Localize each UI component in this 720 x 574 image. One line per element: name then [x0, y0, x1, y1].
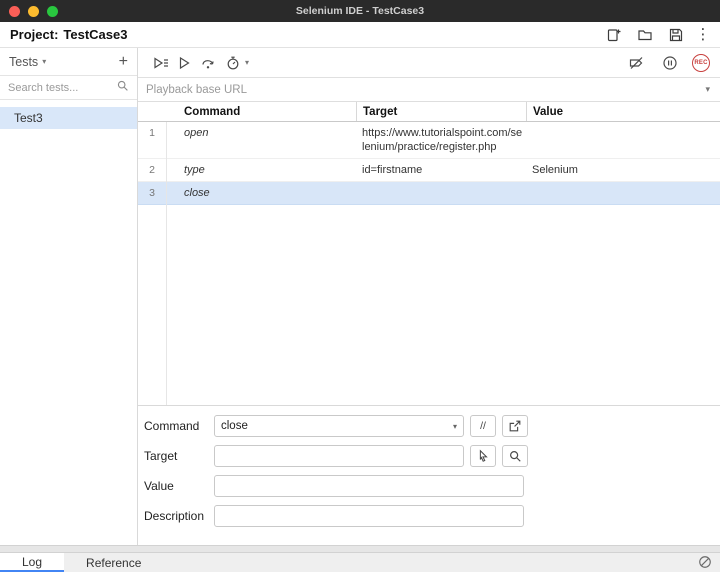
- record-button[interactable]: REC: [692, 54, 710, 72]
- chevron-down-icon: ▾: [245, 58, 249, 67]
- cell-target: id=firstname: [356, 159, 526, 181]
- command-field-row: Command close ▾ //: [144, 415, 720, 437]
- value-field-row: Value: [144, 475, 720, 497]
- target-field-label: Target: [144, 449, 214, 463]
- column-header-value[interactable]: Value: [526, 102, 720, 121]
- row-number: 2: [138, 159, 166, 181]
- target-input[interactable]: [214, 445, 464, 467]
- selenium-ide-window: Selenium IDE - TestCase3 Project: TestCa…: [0, 0, 720, 572]
- toolbar-right: REC: [624, 51, 710, 75]
- search-tests-input[interactable]: [8, 82, 116, 94]
- column-header-target[interactable]: Target: [356, 102, 526, 121]
- cell-command: open: [166, 122, 356, 158]
- description-field-row: Description: [144, 505, 720, 527]
- project-header: Project: TestCase3 ⋮: [0, 22, 720, 48]
- command-table-body: 1 open https://www.tutorialspoint.com/se…: [138, 122, 720, 405]
- run-all-tests-icon[interactable]: [148, 51, 172, 75]
- tab-log[interactable]: Log: [0, 553, 64, 572]
- column-header-command[interactable]: Command: [166, 102, 356, 121]
- search-icon: [116, 79, 129, 97]
- cell-command: type: [166, 159, 356, 181]
- cell-target: [356, 182, 526, 204]
- clear-log-icon[interactable]: [698, 555, 712, 574]
- row-number: 1: [138, 122, 166, 158]
- chevron-down-icon[interactable]: ▾: [703, 84, 712, 95]
- traffic-lights: [9, 6, 58, 17]
- playback-base-url-row: ▾: [138, 78, 720, 102]
- test-speed-icon[interactable]: ▾: [220, 51, 254, 75]
- test-list: Test3: [0, 100, 137, 545]
- command-editor: Command close ▾ // Target: [138, 405, 720, 545]
- target-field-row: Target: [144, 445, 720, 467]
- cell-command: close: [166, 182, 356, 204]
- value-field-label: Value: [144, 479, 214, 493]
- table-row-selected[interactable]: 3 close: [138, 182, 720, 205]
- project-name: TestCase3: [63, 27, 127, 42]
- row-number: 3: [138, 182, 166, 204]
- table-row[interactable]: 1 open https://www.tutorialspoint.com/se…: [138, 122, 720, 159]
- chevron-down-icon: ▾: [453, 422, 457, 431]
- project-label: Project:: [10, 27, 58, 42]
- project-actions: ⋮: [603, 25, 710, 45]
- command-select-value: close: [221, 420, 248, 432]
- tests-header: Tests ▾ +: [0, 48, 137, 76]
- chevron-down-icon[interactable]: ▾: [42, 57, 46, 66]
- open-reference-icon[interactable]: [502, 415, 528, 437]
- row-number-gutter: [138, 102, 166, 121]
- command-table-header: Command Target Value: [138, 102, 720, 122]
- step-over-icon[interactable]: [196, 51, 220, 75]
- test-list-item[interactable]: Test3: [0, 107, 137, 129]
- bottom-tabbar: Log Reference: [0, 553, 720, 572]
- description-input[interactable]: [214, 505, 524, 527]
- more-options-icon[interactable]: ⋮: [696, 25, 710, 45]
- value-input[interactable]: [214, 475, 524, 497]
- tests-dropdown[interactable]: Tests: [9, 55, 38, 69]
- add-test-button[interactable]: +: [119, 54, 128, 70]
- titlebar: Selenium IDE - TestCase3: [0, 0, 720, 22]
- command-field-label: Command: [144, 419, 214, 433]
- description-field-label: Description: [144, 509, 214, 523]
- minimize-window-button[interactable]: [28, 6, 39, 17]
- select-target-icon[interactable]: [470, 445, 496, 467]
- table-row[interactable]: 2 type id=firstname Selenium: [138, 159, 720, 182]
- content: Tests ▾ + Test3: [0, 48, 720, 545]
- panel-resize-strip: [0, 545, 720, 553]
- playback-toolbar: ▾ REC: [138, 48, 720, 78]
- cell-value: [526, 122, 720, 158]
- run-current-test-icon[interactable]: [172, 51, 196, 75]
- disable-breakpoints-icon[interactable]: [624, 51, 648, 75]
- pause-on-exceptions-icon[interactable]: [658, 51, 682, 75]
- new-project-icon[interactable]: [603, 25, 625, 45]
- close-window-button[interactable]: [9, 6, 20, 17]
- command-select[interactable]: close ▾: [214, 415, 464, 437]
- tests-sidebar: Tests ▾ + Test3: [0, 48, 138, 545]
- cell-value: [526, 182, 720, 204]
- find-target-icon[interactable]: [502, 445, 528, 467]
- test-search: [0, 76, 137, 100]
- playback-base-url-input[interactable]: [146, 84, 703, 96]
- open-project-icon[interactable]: [634, 25, 656, 45]
- main-panel: ▾ REC: [138, 48, 720, 545]
- cell-target: https://www.tutorialspoint.com/selenium/…: [356, 122, 526, 158]
- tab-reference[interactable]: Reference: [64, 553, 163, 572]
- save-project-icon[interactable]: [665, 25, 687, 45]
- window-title: Selenium IDE - TestCase3: [296, 5, 424, 17]
- cell-value: Selenium: [526, 159, 720, 181]
- zoom-window-button[interactable]: [47, 6, 58, 17]
- toggle-comment-button[interactable]: //: [470, 415, 496, 437]
